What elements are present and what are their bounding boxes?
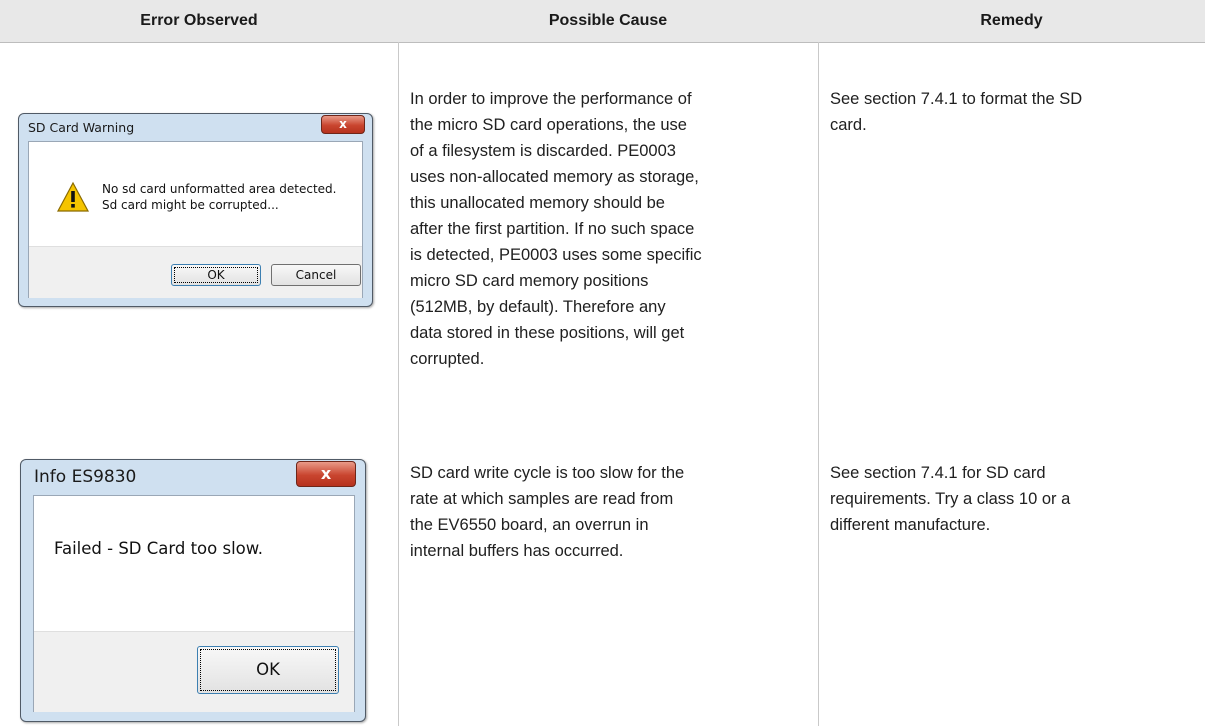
dialog-message: Failed - SD Card too slow.	[54, 539, 263, 558]
text-line: corrupted.	[410, 350, 485, 368]
close-icon[interactable]: x	[296, 461, 356, 487]
text-line: of a filesystem is discarded. PE0003	[410, 142, 676, 160]
dialog-client-area: Failed - SD Card too slow. OK	[33, 495, 355, 712]
dialog-button-bar: OK Cancel	[29, 246, 362, 298]
text-line: uses non-allocated memory as storage,	[410, 168, 699, 186]
text-line: different manufacture.	[830, 516, 991, 534]
text-line: after the first partition. If no such sp…	[410, 220, 695, 238]
text-line: this unallocated memory should be	[410, 194, 665, 212]
text-line: (512MB, by default). Therefore any	[410, 298, 666, 316]
info-es9830-dialog: Info ES9830 x Failed - SD Card too slow.…	[20, 459, 366, 722]
cancel-button[interactable]: Cancel	[271, 264, 361, 286]
dialog-message-line: No sd card unformatted area detected.	[102, 182, 337, 196]
possible-cause-text: SD card write cycle is too slow for the …	[410, 460, 810, 564]
header-remedy: Remedy	[980, 12, 1043, 29]
header-error-observed: Error Observed	[140, 12, 258, 29]
possible-cause-text: In order to improve the performance of t…	[410, 86, 810, 372]
close-icon[interactable]: x	[321, 115, 365, 134]
text-line: the EV6550 board, an overrun in	[410, 516, 649, 534]
ok-button[interactable]: OK	[197, 646, 339, 694]
warning-icon	[56, 181, 90, 212]
remedy-text: See section 7.4.1 to format the SD card.	[830, 86, 1200, 138]
text-line: requirements. Try a class 10 or a	[830, 490, 1071, 508]
table-header: Error Observed Possible Cause Remedy	[0, 0, 1205, 43]
dialog-title: SD Card Warning	[28, 120, 135, 135]
text-line: In order to improve the performance of	[410, 90, 692, 108]
text-line: internal buffers has occurred.	[410, 542, 624, 560]
text-line: rate at which samples are read from	[410, 490, 674, 508]
text-line: SD card write cycle is too slow for the	[410, 464, 685, 482]
text-line: card.	[830, 116, 867, 134]
remedy-text: See section 7.4.1 for SD card requiremen…	[830, 460, 1200, 538]
text-line: data stored in these positions, will get	[410, 324, 685, 342]
dialog-client-area: No sd card unformatted area detected. Sd…	[28, 141, 363, 298]
text-line: is detected, PE0003 uses some specific	[410, 246, 702, 264]
header-possible-cause: Possible Cause	[548, 12, 668, 29]
dialog-button-bar: OK	[34, 631, 354, 712]
text-line: micro SD card memory positions	[410, 272, 649, 290]
ok-button[interactable]: OK	[171, 264, 261, 286]
dialog-message-line: Sd card might be corrupted...	[102, 198, 279, 212]
sd-card-warning-dialog: SD Card Warning x No sd card unformatted…	[18, 113, 373, 307]
column-divider	[398, 42, 399, 726]
text-line: the micro SD card operations, the use	[410, 116, 687, 134]
dialog-title: Info ES9830	[34, 467, 137, 487]
column-divider	[818, 42, 819, 726]
text-line: See section 7.4.1 to format the SD	[830, 90, 1083, 108]
text-line: See section 7.4.1 for SD card	[830, 464, 1046, 482]
